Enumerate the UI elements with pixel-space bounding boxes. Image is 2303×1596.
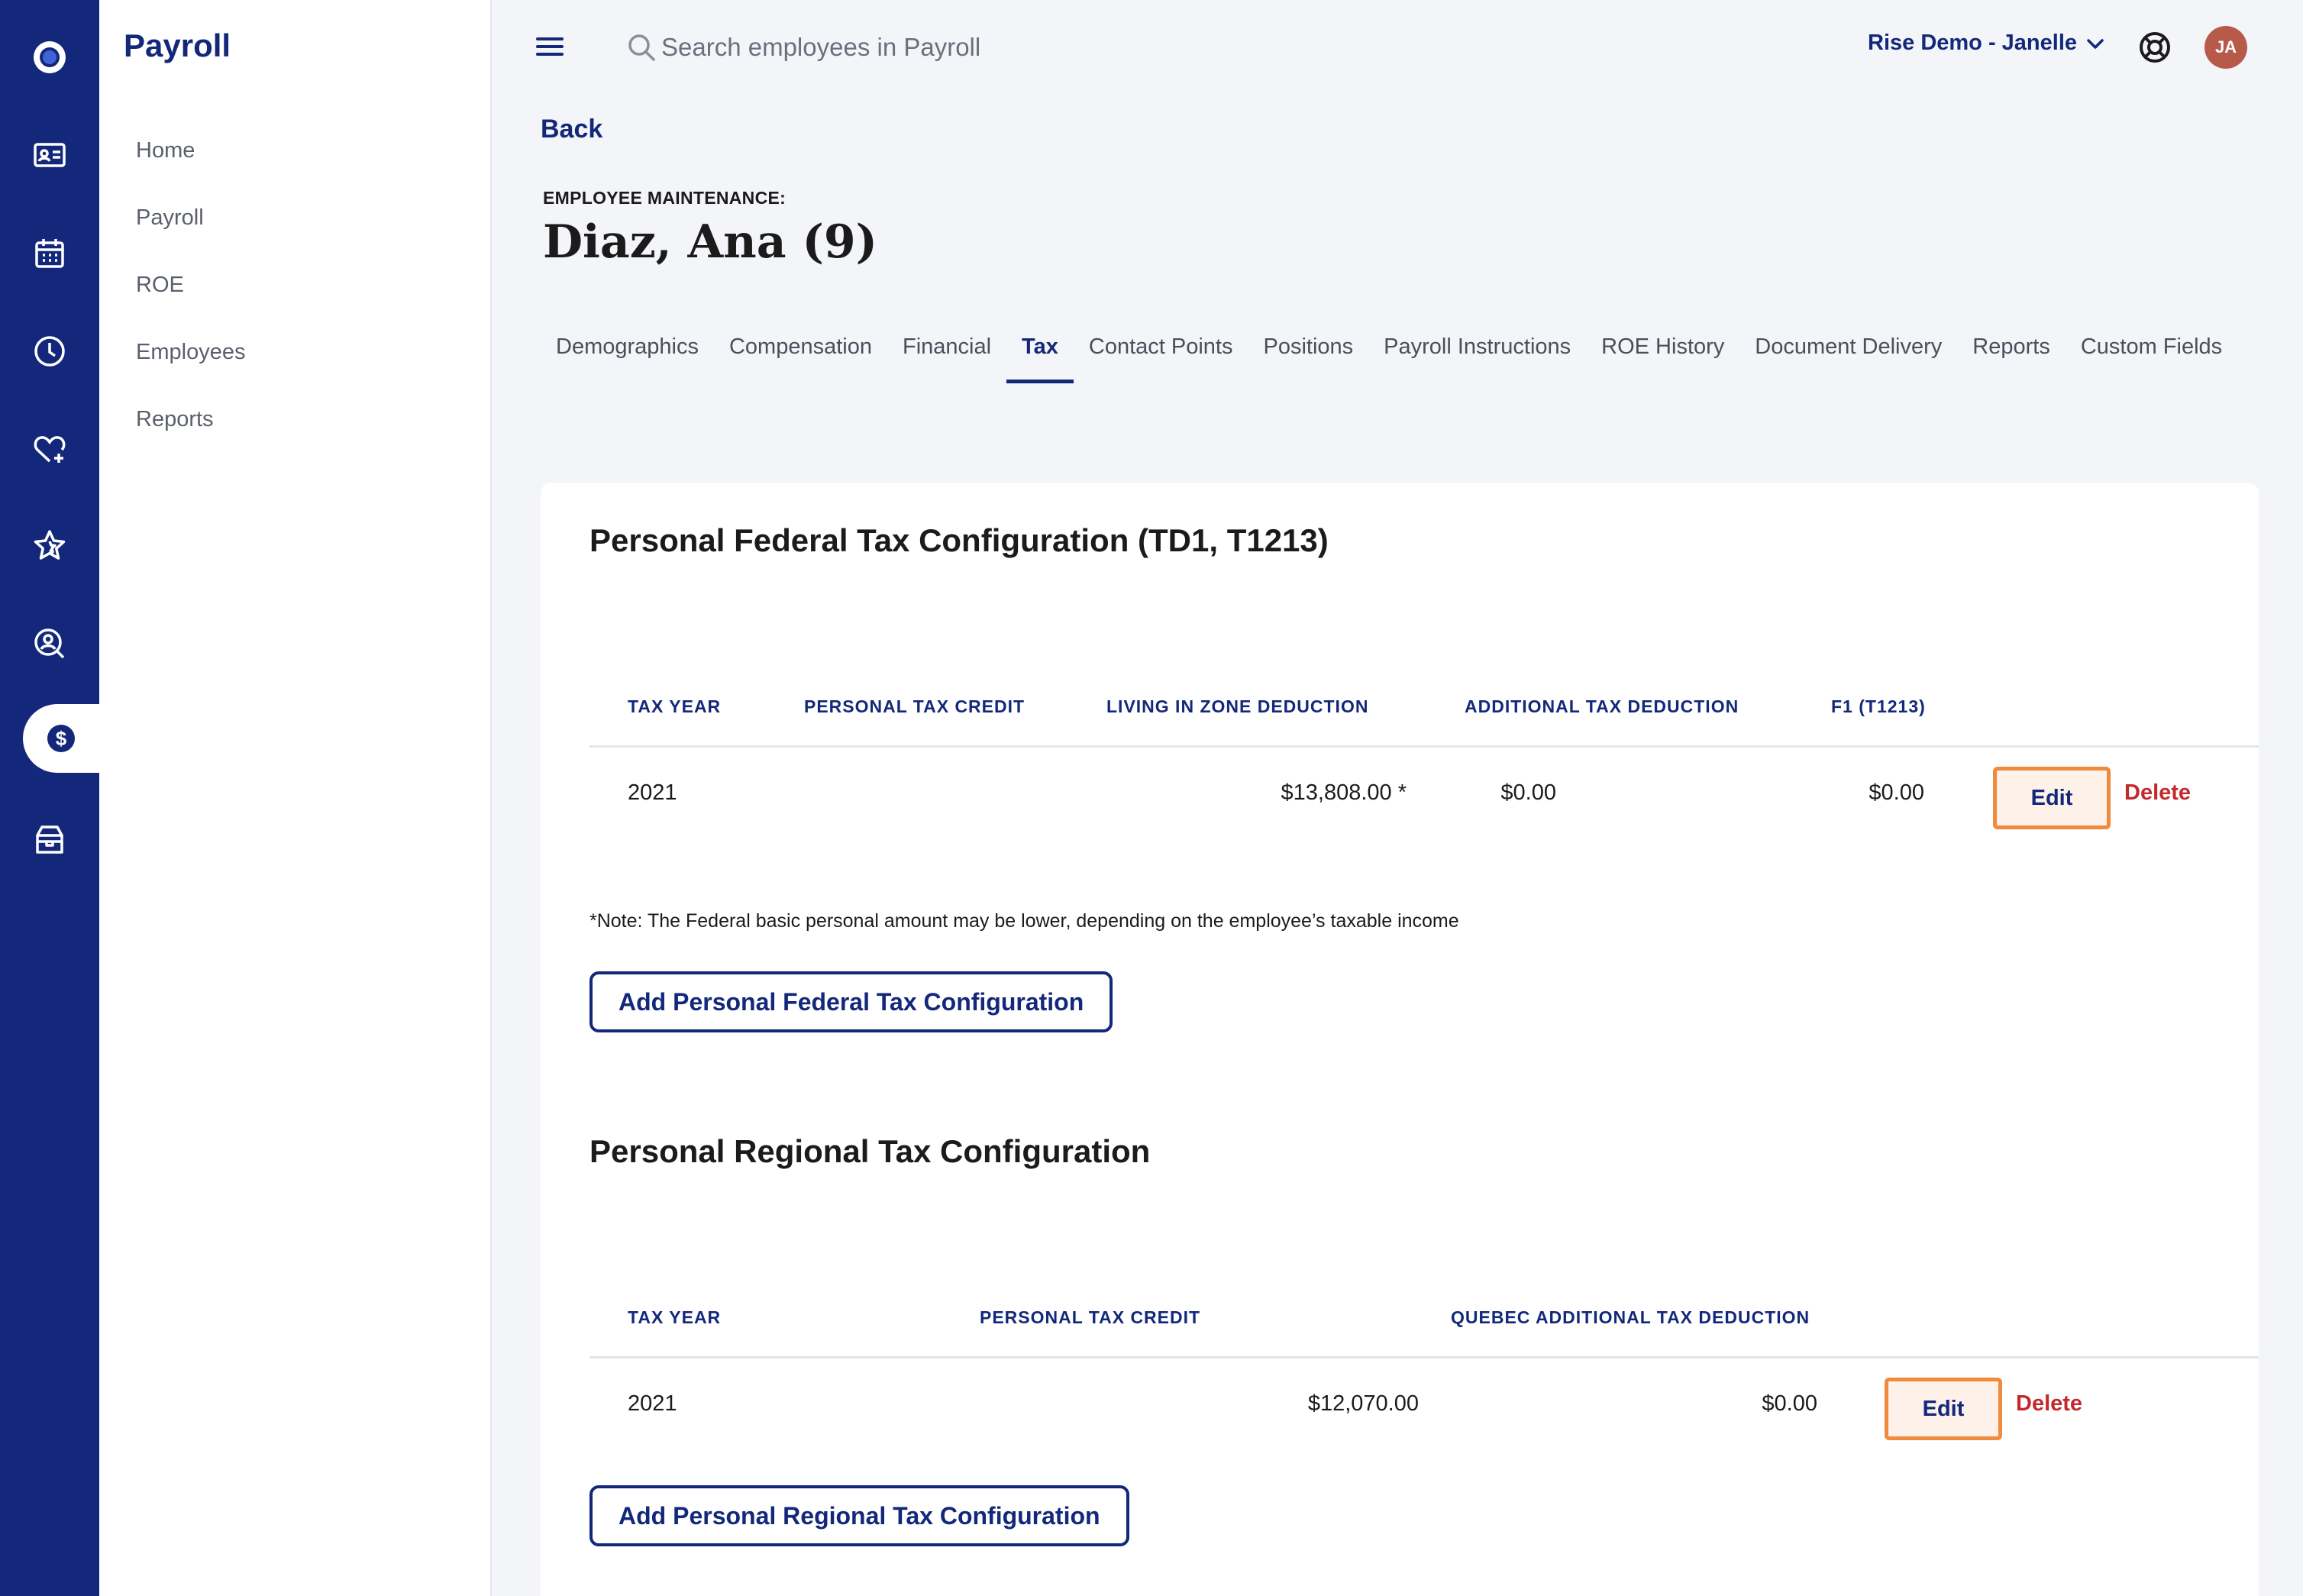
tab-roe-history[interactable]: ROE History [1586, 334, 1739, 383]
logo-icon[interactable] [0, 23, 99, 92]
add-federal-tax-button[interactable]: Add Personal Federal Tax Configuration [589, 971, 1113, 1032]
sidebar-item-payroll[interactable]: Payroll [136, 205, 204, 231]
regional-tax-year: 2021 [628, 1391, 677, 1416]
tab-demographics[interactable]: Demographics [541, 334, 714, 383]
regional-header-tax-year: TAX YEAR [628, 1307, 722, 1327]
clock-icon[interactable] [0, 317, 99, 386]
svg-text:$: $ [56, 727, 67, 750]
federal-delete-link[interactable]: Delete [2124, 780, 2191, 806]
federal-header-tax-year: TAX YEAR [628, 696, 722, 716]
federal-edit-button[interactable]: Edit [1993, 767, 2111, 829]
search-icon [628, 34, 655, 61]
federal-tax-year: 2021 [628, 780, 677, 805]
add-regional-tax-button[interactable]: Add Personal Regional Tax Configuration [589, 1485, 1129, 1546]
dollar-icon: $ [47, 725, 75, 752]
tab-financial[interactable]: Financial [887, 334, 1006, 383]
regional-delete-link[interactable]: Delete [2016, 1391, 2082, 1417]
regional-personal-tax-credit: $12,070.00 [1307, 1391, 1419, 1416]
star-icon[interactable] [0, 512, 99, 580]
sidebar-title: Payroll [124, 27, 231, 63]
tab-contact-points[interactable]: Contact Points [1074, 334, 1248, 383]
payroll-rail-item[interactable]: $ [23, 704, 99, 773]
page-eyebrow: EMPLOYEE MAINTENANCE: [543, 188, 787, 208]
sidebar-item-reports[interactable]: Reports [136, 407, 214, 432]
id-card-icon[interactable] [0, 121, 99, 189]
federal-header-divider [589, 745, 2259, 748]
page-title: Diaz, Ana (9) [543, 215, 878, 269]
federal-additional-tax: $0.00 [1869, 780, 1924, 805]
federal-note: *Note: The Federal basic personal amount… [589, 910, 1459, 932]
federal-living-in-zone: $0.00 [1500, 780, 1556, 805]
tab-compensation[interactable]: Compensation [714, 334, 887, 383]
regional-section-title: Personal Regional Tax Configuration [589, 1133, 1151, 1169]
box-icon[interactable] [0, 806, 99, 874]
federal-header-personal-tax-credit: PERSONAL TAX CREDIT [804, 696, 1026, 716]
back-link[interactable]: Back [541, 115, 602, 144]
sidebar-item-roe[interactable]: ROE [136, 273, 184, 298]
sidebar: Payroll Home Payroll ROE Employees Repor… [99, 0, 492, 1596]
chevron-down-icon [2087, 38, 2104, 49]
tab-reports[interactable]: Reports [1957, 334, 2066, 383]
federal-header-living-in-zone: LIVING IN ZONE DEDUCTION [1106, 696, 1369, 716]
account-label: Rise Demo - Janelle [1868, 31, 2077, 55]
regional-quebec-additional: $0.00 [1762, 1391, 1817, 1416]
tab-document-delivery[interactable]: Document Delivery [1739, 334, 1957, 383]
sidebar-item-employees[interactable]: Employees [136, 340, 245, 365]
tab-tax[interactable]: Tax [1006, 334, 1074, 383]
employee-tabs: Demographics Compensation Financial Tax … [541, 334, 2237, 383]
federal-header-additional-tax: ADDITIONAL TAX DEDUCTION [1465, 696, 1739, 716]
tax-card: Personal Federal Tax Configuration (TD1,… [541, 483, 2259, 1596]
search-input[interactable] [661, 27, 1196, 67]
regional-header-divider [589, 1356, 2259, 1359]
calendar-icon[interactable] [0, 219, 99, 288]
regional-header-quebec-additional: QUEBEC ADDITIONAL TAX DEDUCTION [1451, 1307, 1810, 1327]
regional-header-personal-tax-credit: PERSONAL TAX CREDIT [980, 1307, 1201, 1327]
help-lifebuoy-icon[interactable] [2137, 29, 2173, 66]
search-user-icon[interactable] [0, 609, 99, 678]
tab-custom-fields[interactable]: Custom Fields [2066, 334, 2237, 383]
regional-edit-button[interactable]: Edit [1885, 1378, 2002, 1440]
heart-plus-icon[interactable] [0, 415, 99, 483]
account-menu[interactable]: Rise Demo - Janelle [1868, 31, 2106, 56]
sidebar-item-home[interactable]: Home [136, 138, 195, 163]
icon-rail: $ [0, 0, 99, 1596]
avatar[interactable]: JA [2204, 26, 2247, 69]
tab-positions[interactable]: Positions [1248, 334, 1368, 383]
federal-section-title: Personal Federal Tax Configuration (TD1,… [589, 522, 1329, 558]
menu-icon[interactable] [535, 34, 565, 60]
tab-payroll-instructions[interactable]: Payroll Instructions [1368, 334, 1586, 383]
federal-header-f1: F1 (T1213) [1831, 696, 1926, 716]
